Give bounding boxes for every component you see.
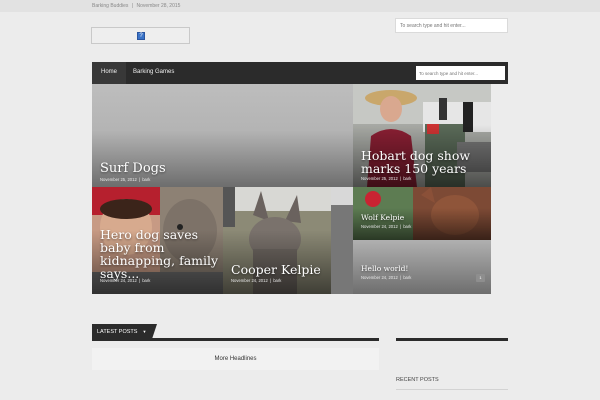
post-author[interactable]: bark	[403, 176, 411, 181]
post-date: November 24, 2012	[361, 224, 398, 229]
featured-post-cooper-kelpie[interactable]: Cooper Kelpie November 24, 2012 | bark	[223, 187, 331, 294]
tile-divider-strip	[331, 187, 353, 294]
sidebar-bar	[396, 338, 508, 341]
header-search-input[interactable]	[395, 18, 508, 33]
post-date: November 24, 2012	[231, 278, 268, 283]
nav-search-input[interactable]	[416, 66, 505, 80]
meta-separator: |	[399, 176, 402, 181]
post-date: November 24, 2012	[100, 278, 137, 283]
post-author[interactable]: bark	[142, 177, 150, 182]
current-date: November 28, 2015	[136, 3, 181, 9]
post-date: November 24, 2012	[361, 275, 398, 280]
tile-meta: November 24, 2012 | bark	[100, 278, 150, 283]
tab-notch	[152, 324, 157, 339]
featured-post-wolf-kelpie[interactable]: Wolf Kelpie November 24, 2012 | bark	[353, 187, 491, 240]
post-date: November 25, 2012	[100, 177, 137, 182]
meta-separator: |	[138, 278, 141, 283]
main-nav: Home Barking Games	[92, 62, 508, 84]
featured-post-hobart-dog-show[interactable]: Hobart dog show marks 150 years November…	[353, 84, 491, 187]
tile-meta: November 24, 2012 | bark	[361, 275, 411, 280]
tile-meta: November 25, 2012 | bark	[361, 176, 411, 181]
tile-title[interactable]: Hello world!	[361, 265, 408, 273]
comment-count-icon[interactable]: 1	[476, 274, 485, 282]
topbar-separator: |	[131, 3, 134, 9]
post-author[interactable]: bark	[403, 224, 411, 229]
tile-title[interactable]: Surf Dogs	[100, 162, 166, 176]
more-headlines-label[interactable]: More Headlines	[214, 356, 256, 362]
meta-separator: |	[399, 275, 402, 280]
post-date: November 25, 2012	[361, 176, 398, 181]
featured-post-hero-dog[interactable]: Hero dog saves baby from kidnapping, fam…	[92, 187, 223, 294]
tile-meta: November 24, 2012 | bark	[231, 278, 281, 283]
featured-post-surf-dogs[interactable]: Surf Dogs November 25, 2012 | bark	[92, 84, 353, 187]
top-bar: Barking Buddies | November 28, 2015	[0, 0, 600, 12]
tile-title[interactable]: Hobart dog show marks 150 years	[361, 149, 486, 175]
strip-background	[331, 187, 353, 294]
meta-separator: |	[399, 224, 402, 229]
meta-separator: |	[269, 278, 272, 283]
caret-down-icon: ▼	[142, 329, 147, 334]
nav-item-home[interactable]: Home	[92, 62, 127, 84]
latest-posts-label: LATEST POSTS	[97, 329, 138, 335]
site-name[interactable]: Barking Buddies	[92, 3, 128, 9]
featured-post-hello-world[interactable]: Hello world! November 24, 2012 | bark 1	[353, 240, 491, 294]
broken-image-icon: ?	[137, 32, 145, 40]
more-headlines-box: More Headlines	[92, 348, 379, 370]
recent-posts-divider	[396, 389, 508, 390]
recent-posts-title: RECENT POSTS	[396, 377, 439, 383]
tile-meta: November 24, 2012 | bark	[361, 224, 411, 229]
meta-separator: |	[138, 177, 141, 182]
post-author[interactable]: bark	[273, 278, 281, 283]
tile-title[interactable]: Wolf Kelpie	[361, 214, 404, 222]
tile-meta: November 25, 2012 | bark	[100, 177, 150, 182]
site-logo[interactable]: ?	[91, 27, 190, 44]
tile-title[interactable]: Cooper Kelpie	[231, 263, 321, 276]
latest-posts-tab[interactable]: LATEST POSTS ▼	[92, 324, 152, 339]
post-author[interactable]: bark	[142, 278, 150, 283]
post-author[interactable]: bark	[403, 275, 411, 280]
nav-item-barking-games[interactable]: Barking Games	[124, 62, 183, 84]
tile-title[interactable]: Hero dog saves baby from kidnapping, fam…	[100, 228, 223, 281]
